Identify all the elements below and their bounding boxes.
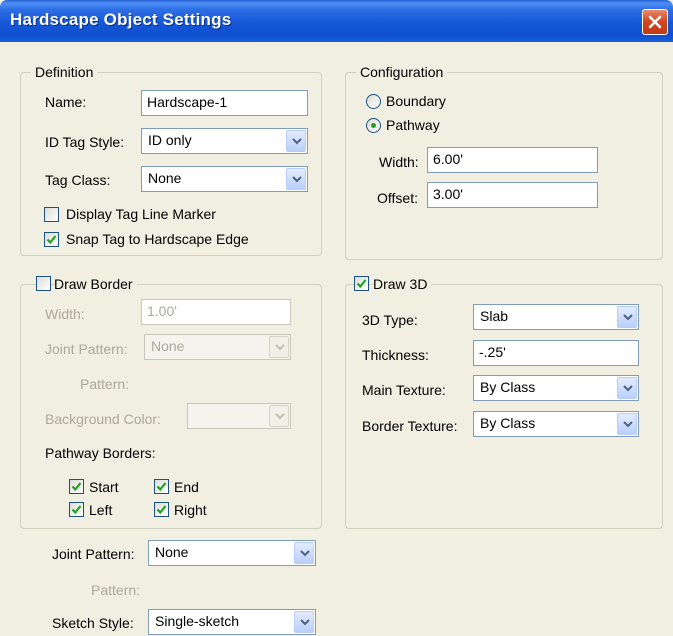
tag-class-select[interactable]: None bbox=[141, 166, 308, 192]
sketch-style-label: Sketch Style: bbox=[52, 615, 134, 631]
start-label[interactable]: Start bbox=[89, 478, 119, 496]
end-checkbox[interactable] bbox=[154, 479, 169, 494]
thickness-input[interactable]: -.25' bbox=[473, 340, 639, 366]
main-texture-select[interactable]: By Class bbox=[473, 375, 639, 401]
sketch-style-select[interactable]: Single-sketch bbox=[148, 609, 316, 635]
pathway-borders-label: Pathway Borders: bbox=[45, 445, 156, 461]
pathway-radio[interactable] bbox=[366, 118, 381, 133]
border-width-label: Width: bbox=[45, 306, 85, 322]
3d-type-value: Slab bbox=[480, 308, 509, 324]
boundary-radio[interactable] bbox=[366, 94, 381, 109]
tag-class-label: Tag Class: bbox=[45, 172, 111, 188]
chevron-down-icon bbox=[300, 550, 310, 557]
dropdown-button[interactable] bbox=[269, 336, 289, 358]
border-joint-pattern-select[interactable]: None bbox=[144, 334, 291, 360]
3d-type-label: 3D Type: bbox=[362, 312, 418, 328]
checkmark-icon bbox=[356, 279, 367, 289]
background-color-select[interactable] bbox=[187, 403, 291, 429]
pathway-label[interactable]: Pathway bbox=[386, 116, 440, 134]
close-icon bbox=[648, 15, 662, 29]
border-joint-pattern-label: Joint Pattern: bbox=[45, 341, 128, 357]
right-label[interactable]: Right bbox=[174, 501, 207, 519]
close-button[interactable] bbox=[642, 9, 668, 35]
border-texture-select[interactable]: By Class bbox=[473, 411, 639, 437]
joint-pattern-label: Joint Pattern: bbox=[52, 546, 135, 562]
tag-class-value: None bbox=[148, 170, 182, 186]
dropdown-button[interactable] bbox=[269, 405, 289, 427]
config-width-label: Width: bbox=[379, 154, 419, 170]
chevron-down-icon bbox=[623, 314, 633, 321]
border-joint-pattern-value: None bbox=[151, 338, 185, 354]
snap-tag-to-edge-checkbox[interactable] bbox=[44, 232, 59, 247]
chevron-down-icon bbox=[300, 619, 310, 626]
checkmark-icon bbox=[71, 482, 82, 492]
chevron-down-icon bbox=[623, 385, 633, 392]
chevron-down-icon bbox=[292, 176, 302, 183]
display-tag-line-marker-label[interactable]: Display Tag Line Marker bbox=[66, 205, 216, 223]
dropdown-button[interactable] bbox=[286, 168, 306, 190]
pattern-label: Pattern: bbox=[91, 582, 141, 598]
draw-3d-checkbox[interactable] bbox=[354, 276, 369, 291]
draw-3d-label[interactable]: Draw 3D bbox=[373, 275, 432, 293]
joint-pattern-value: None bbox=[155, 544, 189, 560]
config-offset-label: Offset: bbox=[377, 190, 418, 206]
thickness-label: Thickness: bbox=[362, 347, 429, 363]
dropdown-button[interactable] bbox=[286, 130, 306, 152]
checkmark-icon bbox=[156, 505, 167, 515]
border-width-input[interactable]: 1.00' bbox=[141, 299, 291, 325]
main-texture-value: By Class bbox=[480, 379, 536, 395]
left-checkbox[interactable] bbox=[69, 502, 84, 517]
joint-pattern-select[interactable]: None bbox=[148, 540, 316, 566]
dropdown-button[interactable] bbox=[617, 413, 637, 435]
main-texture-label: Main Texture: bbox=[362, 382, 446, 398]
chevron-down-icon bbox=[292, 138, 302, 145]
boundary-label[interactable]: Boundary bbox=[386, 92, 446, 110]
config-offset-input[interactable]: 3.00' bbox=[427, 182, 598, 208]
3d-type-select[interactable]: Slab bbox=[473, 304, 639, 330]
dropdown-button[interactable] bbox=[294, 542, 314, 564]
config-width-input[interactable]: 6.00' bbox=[427, 147, 598, 173]
snap-tag-to-edge-label[interactable]: Snap Tag to Hardscape Edge bbox=[66, 230, 249, 248]
definition-legend: Definition bbox=[31, 64, 98, 80]
end-label[interactable]: End bbox=[174, 478, 199, 496]
dropdown-button[interactable] bbox=[617, 377, 637, 399]
configuration-legend: Configuration bbox=[356, 64, 448, 80]
checkmark-icon bbox=[156, 482, 167, 492]
sketch-style-value: Single-sketch bbox=[155, 613, 240, 629]
start-checkbox[interactable] bbox=[69, 479, 84, 494]
dialog-window: Hardscape Object Settings Definition Nam… bbox=[0, 0, 673, 636]
chevron-down-icon bbox=[275, 413, 285, 420]
border-pattern-label: Pattern: bbox=[80, 376, 130, 392]
dropdown-button[interactable] bbox=[294, 611, 314, 633]
dropdown-button[interactable] bbox=[617, 306, 637, 328]
left-label[interactable]: Left bbox=[89, 501, 112, 519]
name-input[interactable]: Hardscape-1 bbox=[141, 90, 308, 116]
name-label: Name: bbox=[45, 94, 87, 110]
title-bar[interactable]: Hardscape Object Settings bbox=[0, 0, 673, 42]
window-title: Hardscape Object Settings bbox=[10, 10, 232, 29]
radio-selected-dot bbox=[371, 123, 376, 128]
draw-border-label[interactable]: Draw Border bbox=[54, 275, 137, 293]
id-tag-style-value: ID only bbox=[148, 132, 192, 148]
chevron-down-icon bbox=[275, 344, 285, 351]
border-texture-label: Border Texture: bbox=[362, 418, 458, 434]
draw-border-checkbox[interactable] bbox=[36, 276, 51, 291]
chevron-down-icon bbox=[623, 421, 633, 428]
right-checkbox[interactable] bbox=[154, 502, 169, 517]
checkmark-icon bbox=[46, 235, 57, 245]
border-texture-value: By Class bbox=[480, 415, 536, 431]
display-tag-line-marker-checkbox[interactable] bbox=[44, 207, 59, 222]
id-tag-style-label: ID Tag Style: bbox=[45, 134, 125, 150]
background-color-label: Background Color: bbox=[45, 411, 161, 427]
id-tag-style-select[interactable]: ID only bbox=[141, 128, 308, 154]
checkmark-icon bbox=[71, 505, 82, 515]
